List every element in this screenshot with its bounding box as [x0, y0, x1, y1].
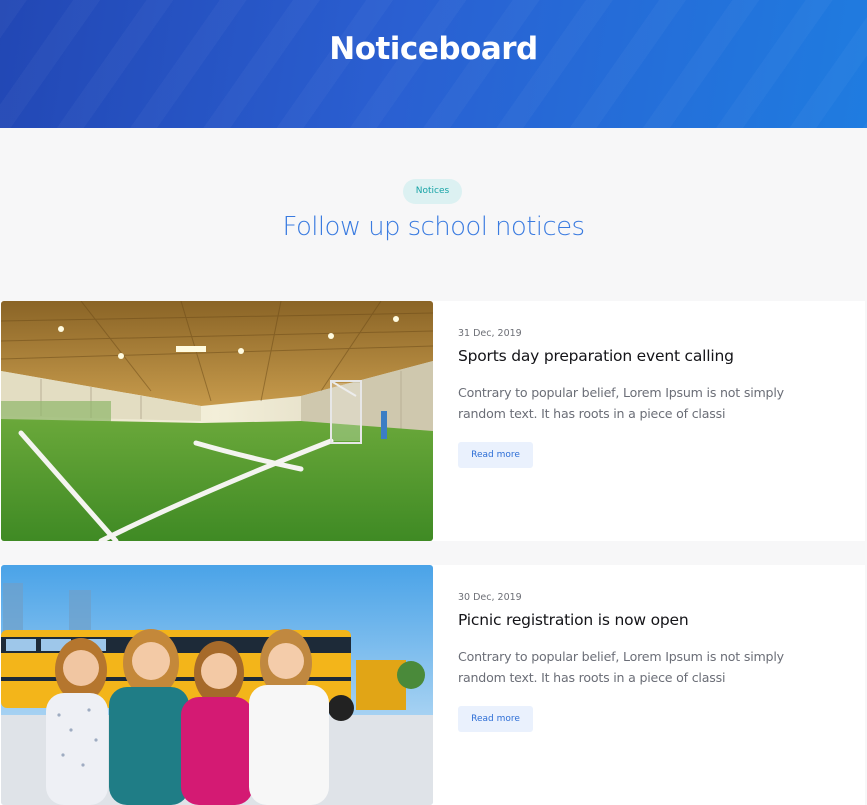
- children-school-bus-photo: [1, 565, 433, 805]
- football-field-photo: [1, 301, 433, 541]
- notice-excerpt: Contrary to popular belief, Lorem Ipsum …: [458, 649, 784, 685]
- notice-image-children-bus[interactable]: [1, 565, 433, 805]
- notice-title[interactable]: Sports day preparation event calling: [458, 347, 734, 365]
- notice-image-football-field[interactable]: [1, 301, 433, 541]
- notice-card: 31 Dec, 2019 Sports day preparation even…: [0, 301, 865, 541]
- page-header: Noticeboard: [0, 0, 867, 128]
- read-more-button[interactable]: Read more: [458, 442, 533, 468]
- notice-date: 31 Dec, 2019: [458, 328, 522, 339]
- notice-title[interactable]: Picnic registration is now open: [458, 611, 689, 629]
- read-more-button[interactable]: Read more: [458, 706, 533, 732]
- section-title: Follow up school notices: [282, 212, 586, 242]
- notice-card: 30 Dec, 2019 Picnic registration is now …: [0, 565, 865, 805]
- section-badge: Notices: [403, 179, 462, 204]
- notice-excerpt: Contrary to popular belief, Lorem Ipsum …: [458, 385, 784, 421]
- page-title: Noticeboard: [329, 31, 538, 67]
- notice-date: 30 Dec, 2019: [458, 592, 522, 603]
